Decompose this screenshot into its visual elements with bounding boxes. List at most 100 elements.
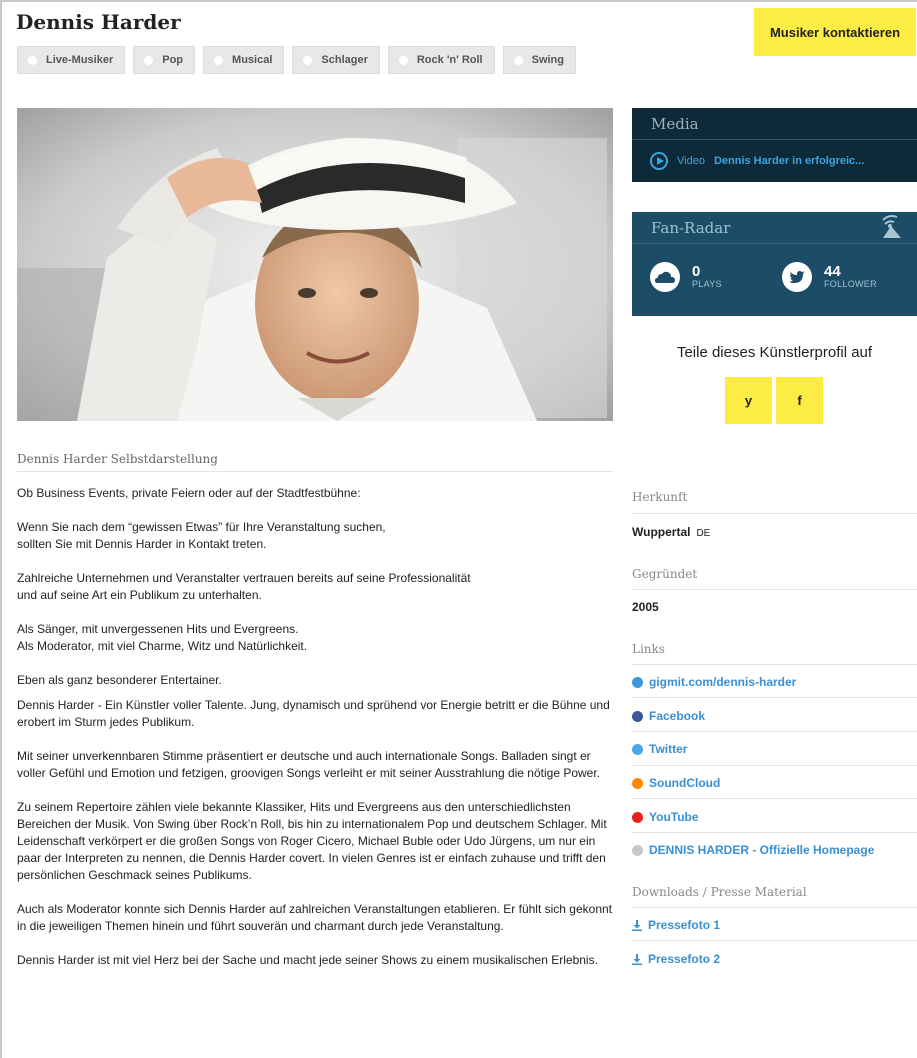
download-pressefoto-2[interactable]: Pressefoto 2 bbox=[632, 952, 720, 966]
soundcloud-icon bbox=[650, 262, 680, 292]
twitter-count: 44 bbox=[824, 263, 841, 280]
origin-value: Wuppertal DE bbox=[632, 525, 710, 539]
soundcloud-label: PLAYS bbox=[692, 279, 722, 289]
link-label: SoundCloud bbox=[649, 776, 721, 790]
bio-paragraph: Dennis Harder - Ein Künstler voller Tale… bbox=[17, 698, 610, 729]
bio-paragraph: und auf seine Art ein Publikum zu unterh… bbox=[17, 588, 262, 602]
twitter-stat[interactable]: 44 FOLLOWER bbox=[764, 262, 896, 292]
tag-dot-icon bbox=[28, 55, 37, 65]
media-heading: Media bbox=[632, 108, 917, 140]
tag-dot-icon bbox=[214, 55, 224, 65]
soundcloud-stat[interactable]: 0 PLAYS bbox=[632, 262, 764, 292]
origin-country: DE bbox=[696, 528, 711, 539]
media-video-item[interactable]: Video Dennis Harder in erfolgreic... bbox=[632, 140, 917, 181]
bio-paragraph: Zahlreiche Unternehmen und Veranstalter … bbox=[17, 571, 471, 585]
twitter-label: FOLLOWER bbox=[824, 279, 877, 289]
soundcloud-count: 0 bbox=[692, 263, 701, 280]
download-icon bbox=[632, 919, 642, 931]
downloads-label: Downloads / Presse Material bbox=[632, 885, 807, 899]
links-label: Links bbox=[632, 642, 665, 656]
radar-icon bbox=[882, 215, 901, 238]
media-type-label: Video bbox=[677, 154, 705, 167]
founded-label: Gegründet bbox=[632, 567, 698, 581]
tag-musical[interactable]: Musical bbox=[203, 46, 285, 74]
link-label: gigmit.com/dennis-harder bbox=[649, 675, 797, 689]
facebook-dot-icon bbox=[632, 710, 643, 722]
divider bbox=[632, 940, 917, 941]
tag-label: Musical bbox=[232, 54, 273, 66]
artist-name: Dennis Harder bbox=[16, 10, 181, 34]
download-label: Pressefoto 1 bbox=[648, 918, 721, 932]
download-pressefoto-1[interactable]: Pressefoto 1 bbox=[632, 918, 720, 932]
share-twitter-button[interactable]: y bbox=[725, 377, 772, 424]
genre-tags: Live-Musiker Pop Musical Schlager Rock '… bbox=[17, 46, 576, 74]
link-dot-icon bbox=[632, 676, 643, 688]
link-youtube[interactable]: YouTube bbox=[632, 810, 699, 824]
play-icon bbox=[650, 151, 668, 170]
tag-swing[interactable]: Swing bbox=[502, 46, 576, 74]
link-label: Twitter bbox=[649, 742, 688, 756]
link-label: YouTube bbox=[649, 810, 699, 824]
bio-paragraph: Eben als ganz besonderer Entertainer. bbox=[17, 673, 222, 687]
soundcloud-dot-icon bbox=[632, 777, 643, 789]
bio-paragraph: Ob Business Events, private Feiern oder … bbox=[17, 486, 361, 500]
bio-paragraph: Auch als Moderator konnte sich Dennis Ha… bbox=[17, 902, 613, 933]
tag-schlager[interactable]: Schlager bbox=[292, 46, 380, 74]
divider bbox=[17, 471, 613, 472]
artist-photo bbox=[17, 108, 613, 421]
tag-dot-icon bbox=[144, 55, 154, 65]
divider bbox=[632, 664, 917, 665]
download-icon bbox=[632, 953, 642, 965]
link-soundcloud[interactable]: SoundCloud bbox=[632, 776, 720, 790]
tag-dot-icon bbox=[303, 55, 313, 65]
tag-dot-icon bbox=[513, 55, 523, 65]
link-twitter[interactable]: Twitter bbox=[632, 742, 687, 756]
share-buttons: y f bbox=[725, 377, 823, 424]
media-panel: Media Video Dennis Harder in erfolgreic.… bbox=[632, 108, 917, 182]
download-label: Pressefoto 2 bbox=[648, 952, 721, 966]
tag-label: Swing bbox=[531, 54, 564, 66]
tag-dot-icon bbox=[398, 55, 408, 65]
tag-live-musiker[interactable]: Live-Musiker bbox=[17, 46, 126, 74]
founded-year: 2005 bbox=[632, 600, 659, 614]
divider bbox=[632, 798, 917, 799]
fan-radar-panel: Fan-Radar 0 PLAYS 44 FOLLOWER bbox=[632, 212, 917, 316]
bio-paragraph: Mit seiner unverkennbaren Stimme präsent… bbox=[17, 749, 601, 780]
link-label: DENNIS HARDER - Offizielle Homepage bbox=[649, 843, 875, 857]
divider bbox=[632, 832, 917, 833]
share-facebook-button[interactable]: f bbox=[776, 377, 823, 424]
divider bbox=[632, 731, 917, 732]
tag-label: Pop bbox=[162, 54, 184, 66]
media-video-link[interactable]: Dennis Harder in erfolgreic... bbox=[714, 155, 864, 167]
tag-label: Rock 'n' Roll bbox=[416, 54, 483, 66]
bio-paragraph: Als Moderator, mit viel Charme, Witz und… bbox=[17, 639, 308, 653]
divider bbox=[632, 513, 917, 514]
homepage-dot-icon bbox=[632, 844, 643, 856]
contact-musician-button[interactable]: Musiker kontaktieren bbox=[754, 8, 916, 56]
origin-city: Wuppertal bbox=[632, 525, 691, 539]
divider bbox=[632, 907, 917, 908]
bio-text: Ob Business Events, private Feiern oder … bbox=[17, 485, 617, 969]
link-homepage[interactable]: DENNIS HARDER - Offizielle Homepage bbox=[632, 843, 874, 857]
link-facebook[interactable]: Facebook bbox=[632, 709, 705, 723]
bio-paragraph: Als Sänger, mit unvergessenen Hits und E… bbox=[17, 622, 299, 636]
twitter-icon: y bbox=[744, 393, 753, 408]
divider bbox=[632, 589, 917, 590]
twitter-icon bbox=[782, 262, 812, 292]
share-heading: Teile dieses Künstlerprofil auf bbox=[676, 344, 873, 361]
youtube-dot-icon bbox=[632, 811, 643, 823]
origin-label: Herkunft bbox=[632, 490, 688, 504]
bio-paragraph: sollten Sie mit Dennis Harder in Kontakt… bbox=[17, 537, 267, 551]
bio-paragraph: Zu seinem Repertoire zählen viele bekann… bbox=[17, 800, 607, 882]
bio-paragraph: Dennis Harder ist mit viel Herz bei der … bbox=[17, 953, 598, 967]
tag-pop[interactable]: Pop bbox=[133, 46, 196, 74]
divider bbox=[632, 697, 917, 698]
facebook-icon: f bbox=[797, 393, 802, 408]
twitter-dot-icon bbox=[632, 743, 643, 755]
tag-label: Schlager bbox=[321, 54, 368, 66]
bio-section-title: Dennis Harder Selbstdarstellung bbox=[17, 452, 218, 466]
tag-rock-n-roll[interactable]: Rock 'n' Roll bbox=[387, 46, 495, 74]
link-gigmit[interactable]: gigmit.com/dennis-harder bbox=[632, 675, 796, 689]
tag-label: Live-Musiker bbox=[46, 54, 114, 66]
divider bbox=[632, 765, 917, 766]
